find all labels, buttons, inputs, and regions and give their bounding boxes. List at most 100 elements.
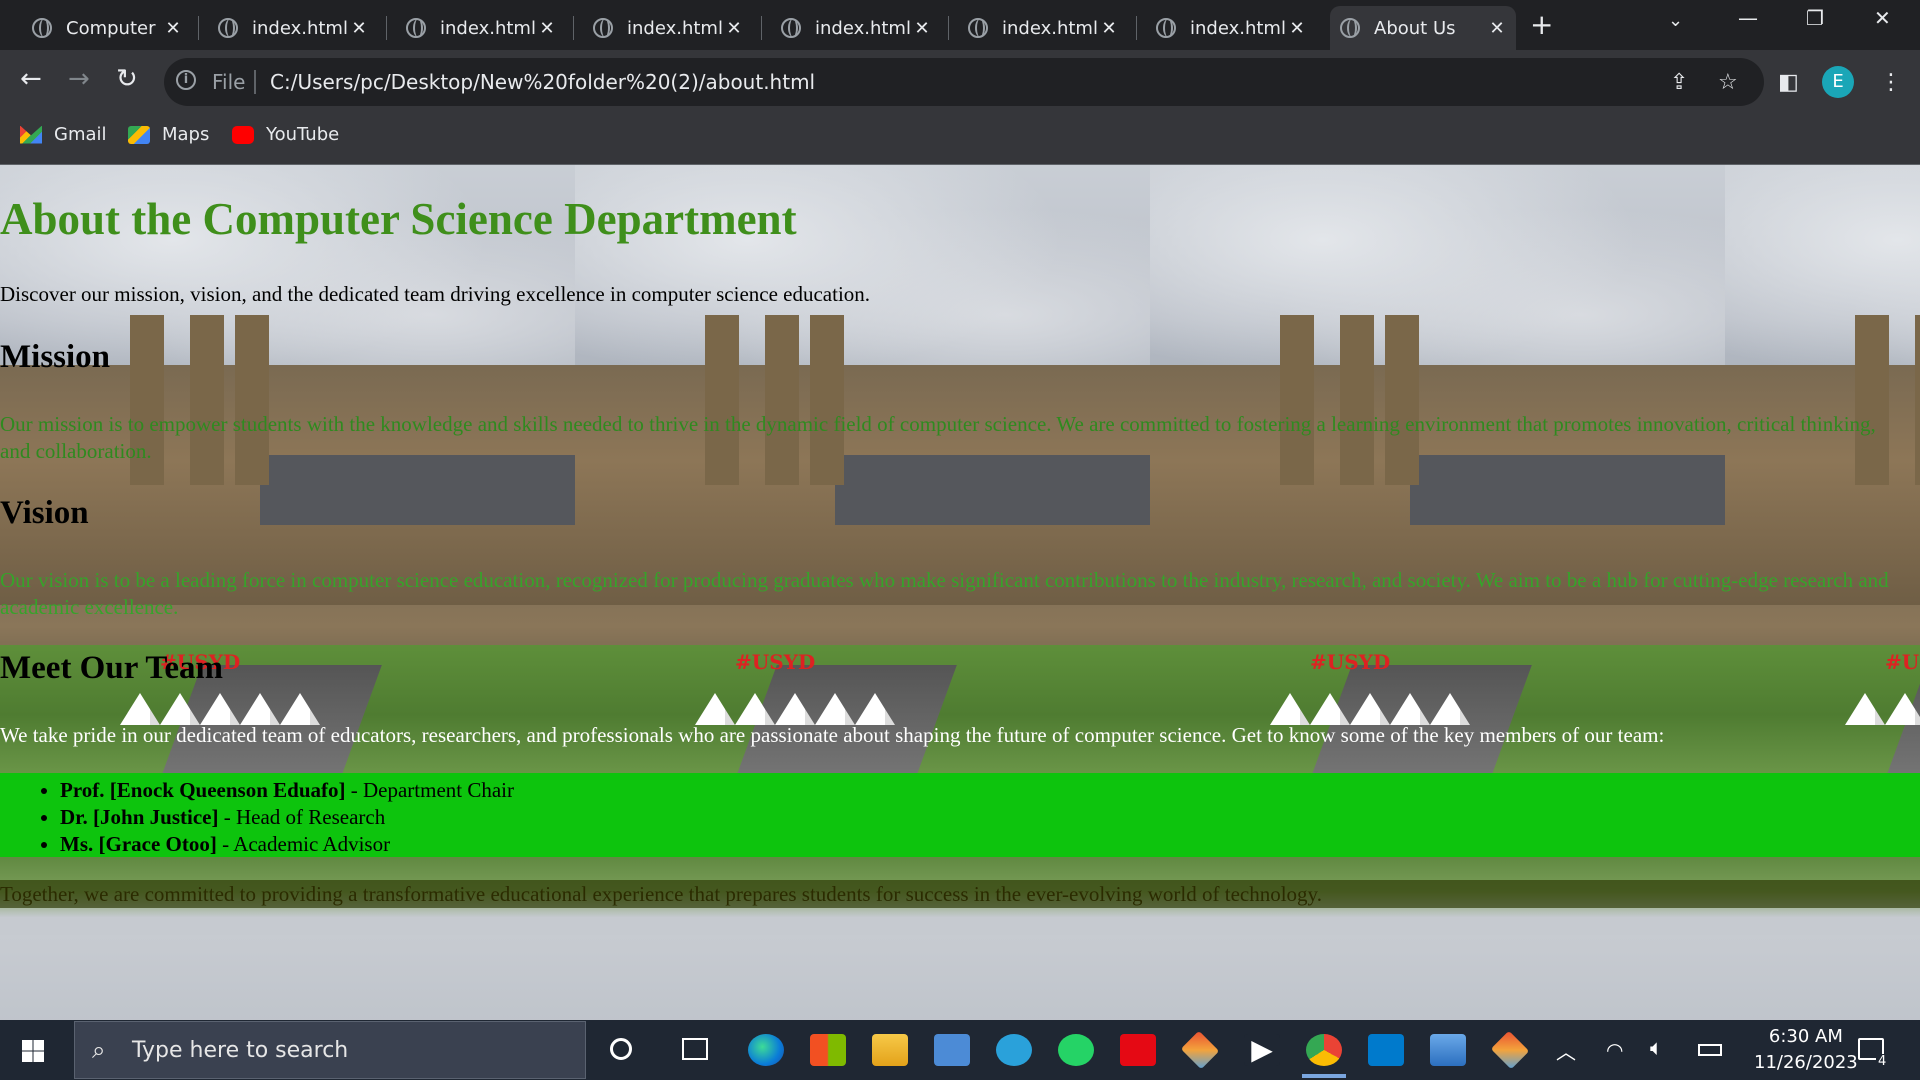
chrome-icon[interactable]: [1306, 1034, 1342, 1066]
tab-index-2[interactable]: index.html ✕: [396, 6, 566, 50]
new-tab-button[interactable]: +: [1530, 8, 1553, 41]
team-member-name: Dr. [John Justice]: [60, 805, 219, 829]
tab-title: index.html: [252, 17, 348, 39]
tab-search-chevron-icon[interactable]: ⌄: [1668, 10, 1683, 31]
list-item: Prof. [Enock Queenson Eduafo] - Departme…: [60, 777, 1920, 804]
globe-icon: [32, 18, 52, 38]
vision-heading: Vision: [0, 495, 89, 531]
volume-icon[interactable]: 🔈︎: [1650, 1036, 1663, 1061]
photos-icon[interactable]: [1430, 1034, 1466, 1066]
team-member-name: Ms. [Grace Otoo]: [60, 832, 217, 856]
tab-divider: [573, 16, 574, 40]
task-view-icon[interactable]: [682, 1038, 708, 1060]
tab-index-6[interactable]: index.html ✕: [1146, 6, 1316, 50]
back-arrow-icon[interactable]: ←: [20, 64, 42, 94]
tab-title: index.html: [815, 17, 911, 39]
gmail-icon: [20, 125, 42, 144]
tab-divider: [761, 16, 762, 40]
tab-title: Computer: [66, 17, 156, 39]
bookmark-youtube[interactable]: YouTube: [232, 124, 339, 145]
tab-about-us[interactable]: About Us ✕: [1330, 6, 1516, 50]
mission-heading: Mission: [0, 339, 111, 375]
team-heading: Meet Our Team: [0, 650, 224, 686]
bookmark-star-icon[interactable]: ☆: [1718, 70, 1738, 95]
page-title: About the Computer Science Department: [0, 194, 797, 244]
address-divider: [254, 70, 256, 94]
team-intro-text: We take pride in our dedicated team of e…: [0, 723, 1665, 747]
edge-icon[interactable]: [748, 1034, 784, 1066]
clock-date: 11/26/2023: [1754, 1052, 1858, 1073]
telegram-icon[interactable]: [996, 1034, 1032, 1066]
search-icon: ⌕: [92, 1036, 106, 1064]
reload-icon[interactable]: ↻: [116, 64, 138, 94]
tab-title: About Us: [1374, 17, 1456, 39]
taskbar-search-placeholder: Type here to search: [132, 1038, 349, 1063]
globe-icon: [593, 18, 613, 38]
globe-icon: [1156, 18, 1176, 38]
close-icon[interactable]: ✕: [536, 18, 558, 39]
windows-start-icon[interactable]: [22, 1040, 44, 1062]
active-app-indicator: [1302, 1074, 1346, 1078]
tab-computer[interactable]: Computer ✕: [22, 6, 192, 50]
tab-divider: [1136, 16, 1137, 40]
close-icon[interactable]: ✕: [911, 18, 933, 39]
close-icon[interactable]: ✕: [348, 18, 370, 39]
globe-icon: [1340, 18, 1360, 38]
team-member-role: - Department Chair: [345, 778, 515, 802]
address-scheme: File: [212, 70, 246, 94]
mission-text: Our mission is to empower students with …: [0, 412, 1876, 463]
profile-avatar[interactable]: E: [1822, 66, 1854, 98]
team-member-role: - Head of Research: [218, 805, 386, 829]
team-member-role: - Academic Advisor: [216, 832, 391, 856]
cortana-icon[interactable]: [610, 1038, 632, 1060]
close-icon[interactable]: ✕: [723, 18, 745, 39]
share-icon[interactable]: ⇪: [1670, 70, 1688, 95]
team-member-name: Prof. [Enock Queenson Eduafo]: [60, 778, 346, 802]
more-menu-icon[interactable]: ⋮: [1880, 70, 1902, 95]
terminal-play-icon[interactable]: ▶: [1244, 1034, 1280, 1066]
notification-count: 4: [1876, 1054, 1889, 1069]
taskbar-clock[interactable]: 6:30 AM 11/26/2023: [1754, 1024, 1858, 1076]
tab-divider: [948, 16, 949, 40]
close-icon[interactable]: ✕: [1098, 18, 1120, 39]
forward-arrow-icon[interactable]: →: [68, 64, 90, 94]
store-icon[interactable]: [810, 1034, 846, 1066]
bookmark-label: Maps: [162, 124, 210, 145]
youtube-icon: [232, 125, 254, 144]
mail-icon[interactable]: [934, 1034, 970, 1066]
tab-title: index.html: [1002, 17, 1098, 39]
tab-title: index.html: [1190, 17, 1286, 39]
list-item: Dr. [John Justice] - Head of Research: [60, 804, 1920, 831]
vscode-icon[interactable]: [1368, 1034, 1404, 1066]
tab-index-1[interactable]: index.html ✕: [208, 6, 378, 50]
bookmark-label: Gmail: [54, 124, 107, 145]
file-explorer-icon[interactable]: [872, 1034, 908, 1066]
side-panel-icon[interactable]: ◧: [1778, 70, 1799, 95]
restore-icon[interactable]: ❐: [1806, 6, 1824, 30]
bookmark-gmail[interactable]: Gmail: [20, 124, 107, 145]
info-icon[interactable]: i: [176, 70, 196, 90]
window-close-icon[interactable]: ✕: [1874, 6, 1891, 30]
page-viewport: #USYD #USYD #USYD #USYD About the Comput…: [0, 165, 1920, 1020]
close-icon[interactable]: ✕: [162, 18, 184, 39]
team-list: Prof. [Enock Queenson Eduafo] - Departme…: [0, 773, 1920, 857]
globe-icon: [968, 18, 988, 38]
close-icon[interactable]: ✕: [1486, 18, 1508, 39]
battery-icon[interactable]: [1698, 1044, 1722, 1056]
chevron-up-icon[interactable]: ︿: [1556, 1036, 1576, 1065]
clock-time: 6:30 AM: [1768, 1026, 1843, 1047]
minimize-icon[interactable]: —: [1738, 6, 1758, 30]
bookmark-maps[interactable]: Maps: [128, 124, 209, 145]
tab-index-3[interactable]: index.html ✕: [583, 6, 753, 50]
close-icon[interactable]: ✕: [1286, 18, 1308, 39]
bookmark-label: YouTube: [266, 124, 340, 145]
tab-title: index.html: [627, 17, 723, 39]
vision-text: Our vision is to be a leading force in c…: [0, 568, 1889, 619]
tab-index-5[interactable]: index.html ✕: [958, 6, 1128, 50]
tab-index-4[interactable]: index.html ✕: [771, 6, 941, 50]
whatsapp-icon[interactable]: [1058, 1034, 1094, 1066]
address-url[interactable]: C:/Users/pc/Desktop/New%20folder%20(2)/a…: [270, 70, 815, 94]
globe-icon: [218, 18, 238, 38]
wifi-icon[interactable]: ◠: [1606, 1038, 1623, 1062]
netflix-icon[interactable]: [1120, 1034, 1156, 1066]
